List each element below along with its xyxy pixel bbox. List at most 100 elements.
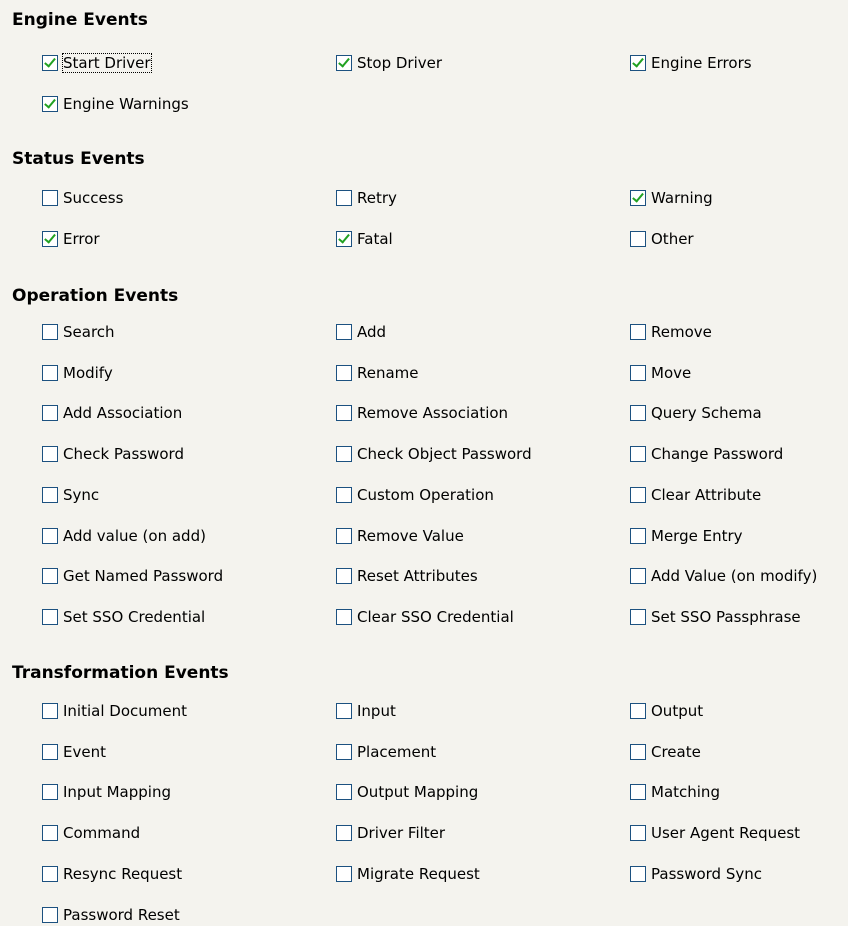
checkbox-label[interactable]: Get Named Password — [62, 566, 224, 586]
unchecked-box-icon[interactable] — [336, 784, 352, 800]
checkbox-migrate-request[interactable]: Migrate Request — [336, 863, 481, 885]
unchecked-box-icon[interactable] — [336, 365, 352, 381]
checkbox-reset-attributes[interactable]: Reset Attributes — [336, 565, 479, 587]
checkbox-command[interactable]: Command — [42, 822, 141, 844]
checkbox-merge-entry[interactable]: Merge Entry — [630, 525, 744, 547]
checkbox-remove-value[interactable]: Remove Value — [336, 525, 465, 547]
checkbox-label[interactable]: Add Association — [62, 403, 183, 423]
unchecked-box-icon[interactable] — [42, 446, 58, 462]
unchecked-box-icon[interactable] — [42, 528, 58, 544]
checkbox-label[interactable]: Check Object Password — [356, 444, 533, 464]
checkbox-add-value-on-modify[interactable]: Add Value (on modify) — [630, 565, 818, 587]
checkbox-label[interactable]: Set SSO Passphrase — [650, 607, 802, 627]
checkbox-label[interactable]: Password Reset — [62, 905, 181, 925]
unchecked-box-icon[interactable] — [336, 446, 352, 462]
checkbox-label[interactable]: Matching — [650, 782, 721, 802]
unchecked-box-icon[interactable] — [42, 703, 58, 719]
unchecked-box-icon[interactable] — [42, 365, 58, 381]
unchecked-box-icon[interactable] — [42, 609, 58, 625]
checkbox-engine-errors[interactable]: Engine Errors — [630, 52, 753, 74]
checkbox-search[interactable]: Search — [42, 321, 116, 343]
checkbox-label[interactable]: Add value (on add) — [62, 526, 207, 546]
unchecked-box-icon[interactable] — [630, 365, 646, 381]
checkbox-label[interactable]: Rename — [356, 363, 420, 383]
checkbox-resync-request[interactable]: Resync Request — [42, 863, 183, 885]
checkbox-clear-attribute[interactable]: Clear Attribute — [630, 484, 762, 506]
checked-box-icon[interactable] — [336, 231, 352, 247]
unchecked-box-icon[interactable] — [42, 866, 58, 882]
checkbox-label[interactable]: Other — [650, 229, 695, 249]
unchecked-box-icon[interactable] — [336, 190, 352, 206]
checkbox-label[interactable]: Success — [62, 188, 124, 208]
unchecked-box-icon[interactable] — [336, 487, 352, 503]
unchecked-box-icon[interactable] — [336, 528, 352, 544]
checkbox-label[interactable]: Placement — [356, 742, 437, 762]
checkbox-error[interactable]: Error — [42, 228, 101, 250]
unchecked-box-icon[interactable] — [630, 231, 646, 247]
checkbox-label[interactable]: Input Mapping — [62, 782, 172, 802]
checkbox-driver-filter[interactable]: Driver Filter — [336, 822, 446, 844]
unchecked-box-icon[interactable] — [336, 866, 352, 882]
unchecked-box-icon[interactable] — [42, 784, 58, 800]
unchecked-box-icon[interactable] — [630, 446, 646, 462]
checkbox-matching[interactable]: Matching — [630, 781, 721, 803]
checkbox-label[interactable]: Password Sync — [650, 864, 763, 884]
unchecked-box-icon[interactable] — [630, 324, 646, 340]
checkbox-output-mapping[interactable]: Output Mapping — [336, 781, 479, 803]
checked-box-icon[interactable] — [336, 55, 352, 71]
checkbox-label[interactable]: Output — [650, 701, 704, 721]
checkbox-remove[interactable]: Remove — [630, 321, 713, 343]
checkbox-label[interactable]: Remove — [650, 322, 713, 342]
checkbox-warning[interactable]: Warning — [630, 187, 714, 209]
checkbox-engine-warnings[interactable]: Engine Warnings — [42, 93, 190, 115]
unchecked-box-icon[interactable] — [42, 190, 58, 206]
checkbox-placement[interactable]: Placement — [336, 741, 437, 763]
checkbox-label[interactable]: Sync — [62, 485, 100, 505]
unchecked-box-icon[interactable] — [336, 324, 352, 340]
checked-box-icon[interactable] — [630, 55, 646, 71]
unchecked-box-icon[interactable] — [336, 744, 352, 760]
unchecked-box-icon[interactable] — [42, 568, 58, 584]
checked-box-icon[interactable] — [42, 96, 58, 112]
checkbox-event[interactable]: Event — [42, 741, 107, 763]
checkbox-label[interactable]: Warning — [650, 188, 714, 208]
checkbox-input[interactable]: Input — [336, 700, 397, 722]
checkbox-label[interactable]: Clear Attribute — [650, 485, 762, 505]
checkbox-label[interactable]: Engine Warnings — [62, 94, 190, 114]
checkbox-sync[interactable]: Sync — [42, 484, 100, 506]
checkbox-label[interactable]: Merge Entry — [650, 526, 744, 546]
unchecked-box-icon[interactable] — [42, 487, 58, 503]
checkbox-label[interactable]: Move — [650, 363, 692, 383]
checkbox-label[interactable]: Engine Errors — [650, 53, 753, 73]
checkbox-other[interactable]: Other — [630, 228, 695, 250]
unchecked-box-icon[interactable] — [336, 405, 352, 421]
checkbox-user-agent-request[interactable]: User Agent Request — [630, 822, 801, 844]
checkbox-set-sso-passphrase[interactable]: Set SSO Passphrase — [630, 606, 802, 628]
unchecked-box-icon[interactable] — [42, 405, 58, 421]
checkbox-label[interactable]: Input — [356, 701, 397, 721]
checkbox-label[interactable]: Error — [62, 229, 101, 249]
checkbox-label[interactable]: Resync Request — [62, 864, 183, 884]
checkbox-label[interactable]: Custom Operation — [356, 485, 495, 505]
unchecked-box-icon[interactable] — [630, 405, 646, 421]
checkbox-label[interactable]: Check Password — [62, 444, 185, 464]
unchecked-box-icon[interactable] — [630, 568, 646, 584]
checkbox-create[interactable]: Create — [630, 741, 702, 763]
checkbox-label[interactable]: Create — [650, 742, 702, 762]
unchecked-box-icon[interactable] — [630, 609, 646, 625]
checkbox-label[interactable]: Fatal — [356, 229, 394, 249]
checked-box-icon[interactable] — [42, 55, 58, 71]
unchecked-box-icon[interactable] — [630, 487, 646, 503]
unchecked-box-icon[interactable] — [336, 609, 352, 625]
checkbox-get-named-password[interactable]: Get Named Password — [42, 565, 224, 587]
checkbox-label[interactable]: Output Mapping — [356, 782, 479, 802]
checkbox-start-driver[interactable]: Start Driver — [42, 52, 152, 74]
checked-box-icon[interactable] — [630, 190, 646, 206]
checkbox-label[interactable]: Driver Filter — [356, 823, 446, 843]
unchecked-box-icon[interactable] — [630, 825, 646, 841]
checkbox-label[interactable]: Add — [356, 322, 387, 342]
checkbox-password-reset[interactable]: Password Reset — [42, 904, 181, 926]
checkbox-label[interactable]: Initial Document — [62, 701, 188, 721]
checkbox-custom-operation[interactable]: Custom Operation — [336, 484, 495, 506]
unchecked-box-icon[interactable] — [336, 568, 352, 584]
